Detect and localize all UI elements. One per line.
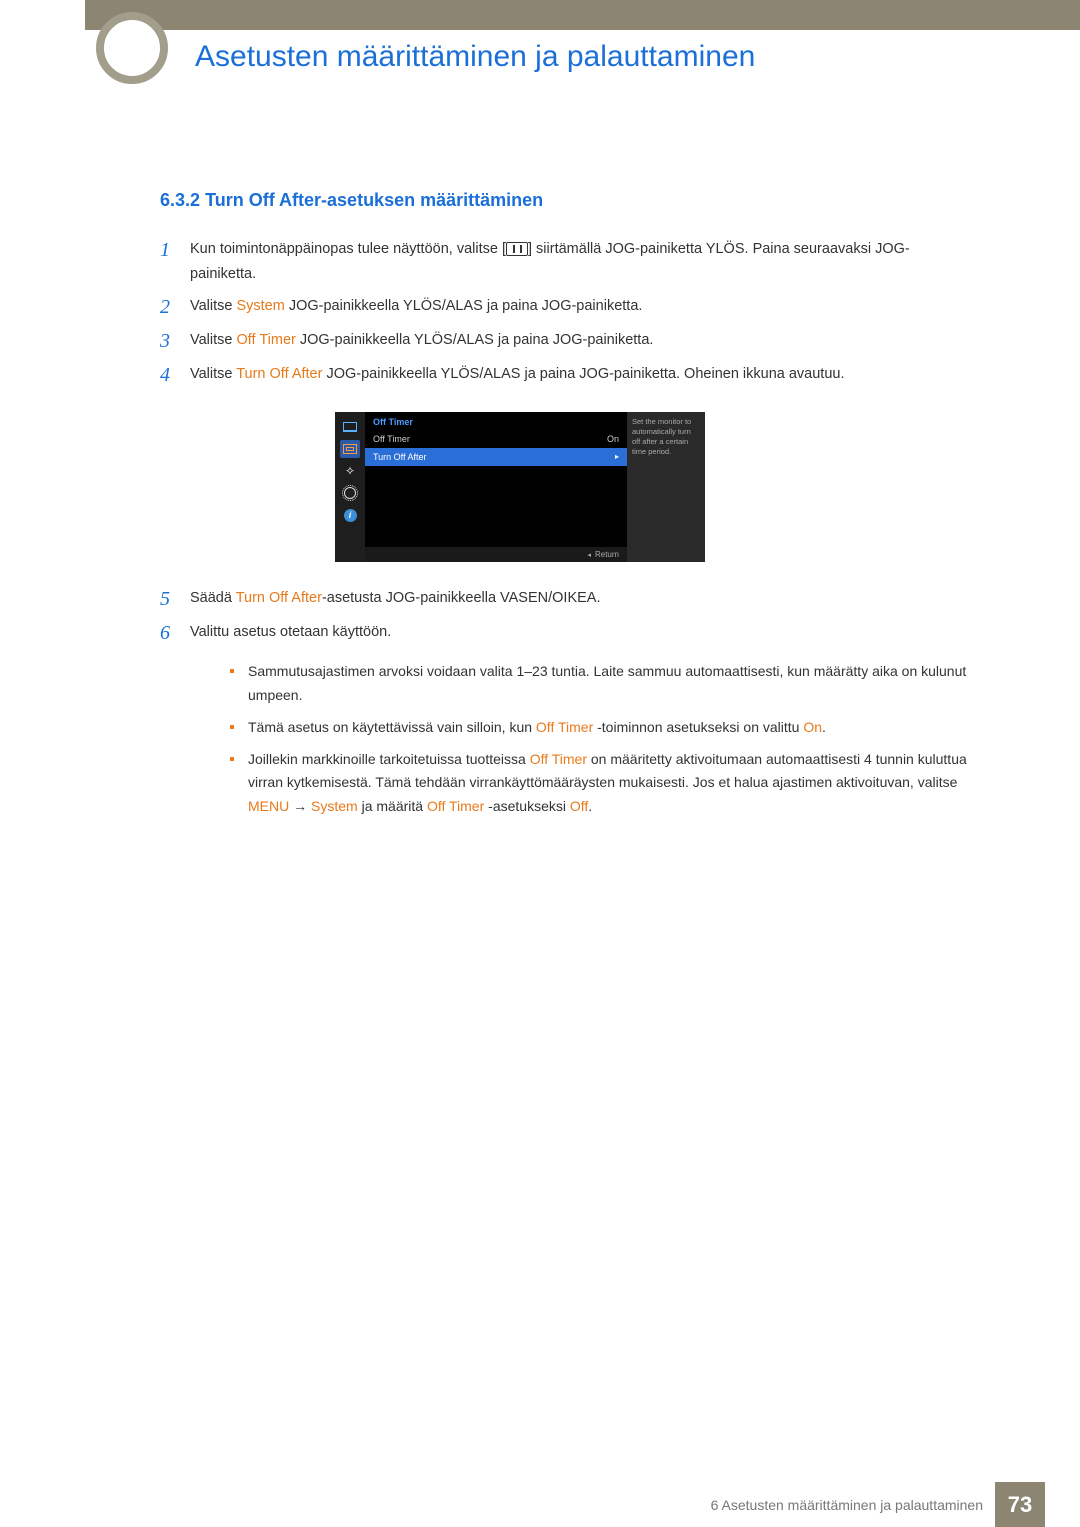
osd-tab-nav-icon: ✧ — [340, 462, 360, 480]
step-text: Valitse Turn Off After JOG-painikkeella … — [190, 362, 975, 388]
chapter-number-circle — [96, 12, 168, 84]
step-2: 2 Valitse System JOG-painikkeella YLÖS/A… — [160, 294, 975, 320]
step-list: 1 Kun toimintonäppäinopas tulee näyttöön… — [160, 237, 975, 388]
step-number: 6 — [160, 620, 190, 646]
osd-row-value: On — [607, 434, 619, 444]
label-off-timer: Off Timer — [236, 332, 295, 348]
arrow-right-icon: → — [289, 798, 311, 814]
step-4: 4 Valitse Turn Off After JOG-painikkeell… — [160, 362, 975, 388]
step-list-cont: 5 Säädä Turn Off After-asetusta JOG-pain… — [160, 586, 975, 646]
osd-main: Off Timer Off Timer On Turn Off After ▸ … — [365, 412, 627, 562]
menu-icon — [506, 242, 528, 256]
step-text: Valitse Off Timer JOG-painikkeella YLÖS/… — [190, 328, 975, 354]
step-6: 6 Valittu asetus otetaan käyttöön. — [160, 620, 975, 646]
header-gutter — [0, 0, 85, 30]
note-item: Tämä asetus on käytettävissä vain silloi… — [230, 716, 975, 740]
step-1: 1 Kun toimintonäppäinopas tulee näyttöön… — [160, 237, 975, 286]
chevron-right-icon: ▸ — [615, 452, 619, 462]
section-heading: 6.3.2 Turn Off After-asetuksen määrittäm… — [160, 190, 975, 211]
osd-row-turn-off-after: Turn Off After ▸ — [365, 448, 627, 466]
step-number: 5 — [160, 586, 190, 612]
osd-sidebar: ✧ i — [335, 412, 365, 562]
header-bar — [0, 0, 1080, 30]
label-off-timer: Off Timer — [427, 798, 484, 814]
osd-screenshot: ✧ i Off Timer Off Timer On Turn Off Afte… — [335, 412, 705, 562]
page-title: Asetusten määrittäminen ja palauttaminen — [195, 40, 755, 74]
label-system: System — [236, 298, 284, 314]
osd-menu-title: Off Timer — [365, 412, 627, 430]
label-off-timer: Off Timer — [530, 751, 587, 767]
label-system: System — [311, 798, 358, 814]
label-turn-off-after: Turn Off After — [236, 366, 322, 382]
osd-tab-picture-icon — [340, 418, 360, 436]
osd-row-off-timer: Off Timer On — [365, 430, 627, 448]
page-footer: 6 Asetusten määrittäminen ja palauttamin… — [0, 1482, 1080, 1527]
step-text: Valittu asetus otetaan käyttöön. — [190, 620, 975, 646]
page-number: 73 — [995, 1482, 1045, 1527]
step-number: 4 — [160, 362, 190, 388]
osd-footer: ◂ Return — [365, 547, 627, 562]
osd-tab-info-icon: i — [340, 506, 360, 524]
step-text: Säädä Turn Off After-asetusta JOG-painik… — [190, 586, 975, 612]
step-5: 5 Säädä Turn Off After-asetusta JOG-pain… — [160, 586, 975, 612]
step-number: 2 — [160, 294, 190, 320]
content-area: 6.3.2 Turn Off After-asetuksen määrittäm… — [160, 190, 975, 827]
step-text: Valitse System JOG-painikkeella YLÖS/ALA… — [190, 294, 975, 320]
footer-chapter: 6 Asetusten määrittäminen ja palauttamin… — [711, 1497, 983, 1513]
label-menu: MENU — [248, 798, 289, 814]
section-title: Turn Off After-asetuksen määrittäminen — [205, 190, 543, 210]
osd-tab-settings-icon — [340, 484, 360, 502]
triangle-left-icon: ◂ — [587, 552, 591, 559]
note-item: Sammutusajastimen arvoksi voidaan valita… — [230, 660, 975, 708]
osd-tab-screen-icon — [340, 440, 360, 458]
step-number: 3 — [160, 328, 190, 354]
step-text: Kun toimintonäppäinopas tulee näyttöön, … — [190, 237, 975, 286]
label-off: Off — [570, 798, 588, 814]
step-3: 3 Valitse Off Timer JOG-painikkeella YLÖ… — [160, 328, 975, 354]
section-number: 6.3.2 — [160, 190, 200, 210]
osd-return-label: Return — [595, 550, 619, 559]
note-list: Sammutusajastimen arvoksi voidaan valita… — [230, 660, 975, 819]
osd-row-label: Off Timer — [373, 434, 410, 444]
osd-row-label: Turn Off After — [373, 452, 427, 462]
label-on: On — [803, 719, 822, 735]
label-turn-off-after: Turn Off After — [236, 590, 322, 606]
note-item: Joillekin markkinoille tarkoitetuissa tu… — [230, 748, 975, 819]
label-off-timer: Off Timer — [536, 719, 593, 735]
osd-description: Set the monitor to automatically turn of… — [627, 412, 705, 562]
step-number: 1 — [160, 237, 190, 286]
